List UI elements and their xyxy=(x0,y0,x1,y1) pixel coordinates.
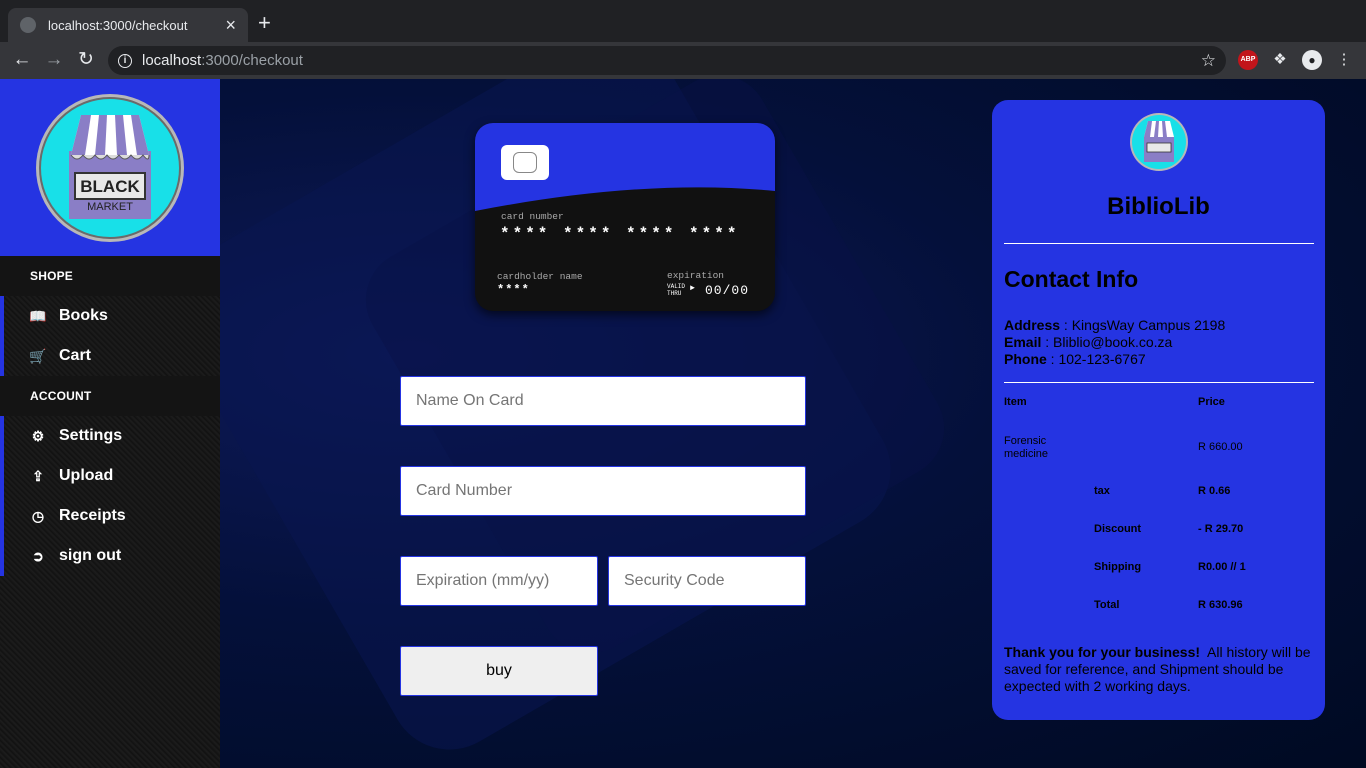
name-on-card-input[interactable] xyxy=(400,376,806,426)
browser-toolbar: ← → ↻ i localhost:3000/checkout ☆ ABP ❖ … xyxy=(0,42,1366,79)
tax-label: tax xyxy=(1094,485,1110,497)
contact-info-title: Contact Info xyxy=(1004,266,1139,292)
total-value: R 630.96 xyxy=(1198,599,1243,611)
new-tab-button[interactable]: + xyxy=(258,12,271,34)
book-icon: 📖 xyxy=(29,307,47,324)
cart-icon: 🛒 xyxy=(29,347,47,364)
profile-avatar-icon[interactable]: ● xyxy=(1302,50,1322,70)
phone-value: 102-123-6767 xyxy=(1058,351,1146,367)
upload-icon: ⇪ xyxy=(32,467,44,484)
cardholder-label: cardholder name xyxy=(497,271,583,282)
logo-text-market: MARKET xyxy=(87,201,133,213)
adblock-extension-icon[interactable]: ABP xyxy=(1238,50,1258,70)
shipping-label: Shipping xyxy=(1094,561,1142,573)
menu-kebab-icon[interactable]: ⋮ xyxy=(1334,50,1354,70)
phone-label: Phone xyxy=(1004,351,1047,367)
back-icon[interactable]: ← xyxy=(10,48,34,72)
thank-you-note: Thank you for your business! All history… xyxy=(1004,644,1316,695)
expiration-display: 00/00 xyxy=(705,283,750,298)
card-chip-icon xyxy=(501,145,549,180)
globe-icon xyxy=(20,17,36,33)
close-tab-icon[interactable]: × xyxy=(225,16,236,34)
email-value: Bliblio@book.co.za xyxy=(1053,334,1173,350)
nav-item-receipts[interactable]: ◷ Receipts xyxy=(0,496,220,536)
column-header-item: Item xyxy=(1004,396,1027,408)
shipping-value: R0.00 // 1 xyxy=(1198,561,1246,573)
expiration-input[interactable] xyxy=(400,556,598,606)
card-number-input[interactable] xyxy=(400,466,806,516)
address-bar[interactable]: i localhost:3000/checkout ☆ xyxy=(108,46,1226,75)
nav-item-books[interactable]: 📖 Books xyxy=(0,296,220,336)
nav-label: Cart xyxy=(59,347,92,364)
buy-button[interactable]: buy xyxy=(400,646,598,696)
extensions-puzzle-icon[interactable]: ❖ xyxy=(1270,50,1290,70)
section-account: ACCOUNT xyxy=(0,376,220,416)
receipt-panel: BiblioLib Contact Info Address : KingsWa… xyxy=(992,100,1325,720)
credit-card-preview: card number **** **** **** **** cardhold… xyxy=(475,123,775,311)
logo-panel: BLACK MARKET xyxy=(0,79,220,256)
url-path: :3000/checkout xyxy=(201,52,303,69)
logo-text-black: BLACK xyxy=(80,177,140,196)
nav-item-upload[interactable]: ⇪ Upload xyxy=(0,456,220,496)
email-label: Email xyxy=(1004,334,1042,350)
reload-icon[interactable]: ↻ xyxy=(74,48,98,72)
nav-label: Upload xyxy=(59,467,114,484)
item-price: R 660.00 xyxy=(1198,441,1243,453)
url-text[interactable]: localhost:3000/checkout xyxy=(142,52,1201,69)
phone-line: Phone : 102-123-6767 xyxy=(1004,351,1146,367)
section-shope: SHOPE xyxy=(0,256,220,296)
nav-label: Receipts xyxy=(59,507,126,524)
email-line: Email : Bliblio@book.co.za xyxy=(1004,334,1173,350)
nav-label: Settings xyxy=(59,427,123,444)
black-market-logo[interactable]: BLACK MARKET xyxy=(31,93,189,243)
thank-you-bold: Thank you for your business! xyxy=(1004,644,1201,660)
total-label: Total xyxy=(1094,599,1120,611)
divider xyxy=(1004,243,1314,244)
valid-thru-label: VALID THRU xyxy=(667,283,686,297)
url-host: localhost xyxy=(142,52,202,69)
browser-tab[interactable]: localhost:3000/checkout × xyxy=(8,8,248,42)
nav-item-sign-out[interactable]: ➲ sign out xyxy=(0,536,220,576)
cardholder-display: **** xyxy=(497,283,530,297)
nav-item-settings[interactable]: ⚙ Settings xyxy=(0,416,220,456)
clock-icon: ◷ xyxy=(31,507,45,524)
item-name-line1: Forensic xyxy=(1004,435,1047,447)
nav-label: sign out xyxy=(59,547,122,564)
card-number-display: **** **** **** **** xyxy=(500,225,740,243)
site-info-icon[interactable]: i xyxy=(118,53,132,68)
address-label: Address xyxy=(1004,317,1061,333)
expiration-label: expiration xyxy=(667,270,725,281)
bookmark-star-icon[interactable]: ☆ xyxy=(1201,51,1216,71)
store-name: BiblioLib xyxy=(1107,193,1210,220)
security-code-input[interactable] xyxy=(608,556,806,606)
address-line: Address : KingsWay Campus 2198 xyxy=(1004,317,1226,333)
address-value: KingsWay Campus 2198 xyxy=(1071,317,1226,333)
triangle-icon: ► xyxy=(690,284,695,293)
tax-value: R 0.66 xyxy=(1198,485,1231,497)
item-name-line2: medicine xyxy=(1004,448,1049,460)
store-logo-icon xyxy=(1130,113,1188,171)
nav-label: Books xyxy=(59,307,108,324)
tab-title: localhost:3000/checkout xyxy=(48,17,188,33)
forward-icon[interactable]: → xyxy=(42,48,66,72)
browser-tab-bar: localhost:3000/checkout × + xyxy=(0,0,1366,42)
gears-icon: ⚙ xyxy=(31,427,45,444)
card-number-label: card number xyxy=(501,211,564,222)
discount-label: Discount xyxy=(1094,523,1142,535)
discount-value: - R 29.70 xyxy=(1198,523,1244,535)
nav-item-cart[interactable]: 🛒 Cart xyxy=(0,336,220,376)
sidebar: BLACK MARKET SHOPE 📖 Books 🛒 Cart ACCOUN… xyxy=(0,79,220,768)
checkout-page: BLACK MARKET SHOPE 📖 Books 🛒 Cart ACCOUN… xyxy=(0,79,1366,768)
sign-out-icon: ➲ xyxy=(32,547,44,564)
divider xyxy=(1004,382,1314,383)
column-header-price: Price xyxy=(1198,396,1225,408)
